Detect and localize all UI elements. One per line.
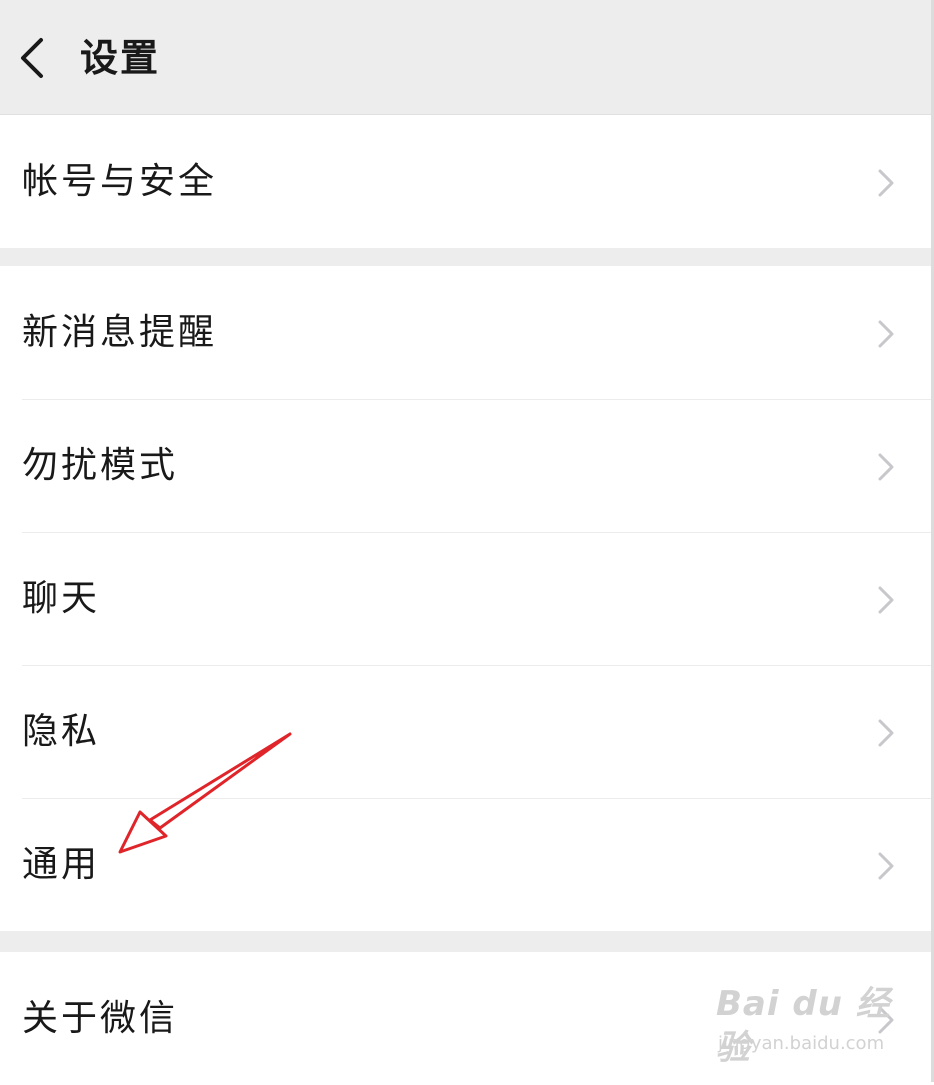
settings-item-label: 通用 [22, 844, 101, 885]
chevron-right-icon [878, 453, 894, 481]
chevron-right-icon [878, 719, 894, 747]
settings-item-do-not-disturb[interactable]: 勿扰模式 [0, 399, 934, 532]
settings-item-label: 关于微信 [22, 998, 179, 1039]
settings-item-chat[interactable]: 聊天 [0, 532, 934, 665]
settings-item-notifications[interactable]: 新消息提醒 [0, 266, 934, 399]
chevron-right-icon [878, 852, 894, 880]
chevron-left-icon [21, 38, 43, 78]
chevron-right-icon [878, 586, 894, 614]
settings-item-label: 帐号与安全 [22, 161, 218, 202]
settings-item-privacy[interactable]: 隐私 [0, 665, 934, 798]
settings-group-main: 新消息提醒 勿扰模式 聊天 隐私 通用 [0, 266, 934, 931]
chevron-right-icon [878, 169, 894, 197]
settings-group-about: 关于微信 [0, 952, 934, 1085]
settings-item-label: 勿扰模式 [22, 445, 179, 486]
chevron-right-icon [878, 320, 894, 348]
chevron-right-icon [878, 1006, 894, 1034]
settings-item-label: 隐私 [22, 711, 101, 752]
nav-bar: 设置 [0, 0, 934, 115]
settings-item-account-security[interactable]: 帐号与安全 [0, 115, 934, 248]
settings-item-about-wechat[interactable]: 关于微信 [0, 952, 934, 1085]
settings-group-account: 帐号与安全 [0, 115, 934, 248]
settings-item-general[interactable]: 通用 [0, 798, 934, 931]
settings-item-label: 聊天 [22, 578, 101, 619]
page-title: 设置 [80, 36, 161, 80]
settings-item-label: 新消息提醒 [22, 312, 218, 353]
back-button[interactable] [6, 28, 58, 88]
